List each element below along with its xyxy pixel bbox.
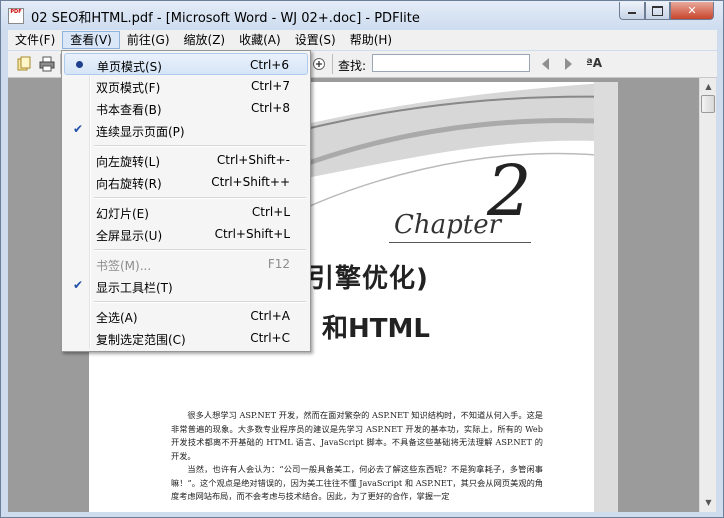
- vertical-scrollbar[interactable]: ▲ ▼: [699, 78, 716, 512]
- body-paragraph: 当然，也许有人会认为：“公司一般具备美工，何必去了解这些东西呢？不是狗拿耗子，多…: [171, 464, 543, 501]
- view-menu-dropdown: 单页模式(S) Ctrl+6 双页模式(F) Ctrl+7 书本查看(B) Ct…: [61, 50, 311, 352]
- menu-zoom[interactable]: 缩放(Z): [177, 31, 233, 49]
- chapter-rule: [389, 242, 531, 243]
- menu-help[interactable]: 帮助(H): [343, 31, 399, 49]
- menu-separator: [94, 301, 306, 303]
- window-title: 02 SEO和HTML.pdf - [Microsoft Word - WJ 0…: [31, 11, 420, 26]
- chapter-title-line1: 引擎优化): [308, 264, 429, 294]
- minimize-icon: [628, 12, 636, 14]
- page-edge-stripe: [594, 82, 618, 512]
- body-paragraph: 很多人想学习 ASP.NET 开发，然而在面对繁杂的 ASP.NET 知识结构时…: [171, 410, 543, 461]
- maximize-button[interactable]: [645, 2, 670, 20]
- menu-item-book-view[interactable]: 书本查看(B) Ctrl+8: [64, 97, 308, 119]
- menu-favorites[interactable]: 收藏(A): [232, 31, 288, 49]
- open-icon[interactable]: [16, 56, 32, 72]
- scroll-down-icon[interactable]: ▼: [701, 495, 716, 510]
- title-bar[interactable]: PDF 02 SEO和HTML.pdf - [Microsoft Word - …: [1, 1, 723, 30]
- maximize-icon: [652, 5, 663, 16]
- menu-separator: [94, 249, 306, 251]
- find-next-icon[interactable]: [565, 58, 572, 70]
- zoom-in-icon[interactable]: [311, 56, 327, 72]
- menu-item-bookmarks: 书签(M)... F12: [96, 257, 290, 273]
- menu-go[interactable]: 前往(G): [120, 31, 177, 49]
- menu-item-fullscreen[interactable]: 全屏显示(U) Ctrl+Shift+L: [64, 223, 308, 245]
- menu-settings[interactable]: 设置(S): [288, 31, 343, 49]
- chapter-word: Chapter: [394, 210, 502, 240]
- find-prev-icon[interactable]: [542, 58, 549, 70]
- menu-separator: [94, 145, 306, 147]
- minimize-button[interactable]: [619, 2, 645, 20]
- menu-item-continuous[interactable]: ✔ 连续显示页面(P): [64, 119, 308, 141]
- print-icon[interactable]: [39, 56, 55, 72]
- close-button[interactable]: ✕: [670, 2, 714, 20]
- menu-item-show-toolbar[interactable]: ✔ 显示工具栏(T): [64, 275, 308, 297]
- menu-file[interactable]: 文件(F): [8, 31, 62, 49]
- menu-item-select-all[interactable]: 全选(A) Ctrl+A: [64, 305, 308, 327]
- checkmark-icon: ✔: [72, 122, 84, 136]
- checkmark-icon: ✔: [72, 278, 84, 292]
- menu-item-single-page[interactable]: 单页模式(S) Ctrl+6: [64, 53, 308, 75]
- scroll-up-icon[interactable]: ▲: [701, 79, 716, 94]
- toolbar-separator: [332, 54, 333, 74]
- find-input[interactable]: [372, 54, 530, 72]
- radio-dot-icon: [71, 56, 87, 72]
- chapter-title-line2: 和HTML: [322, 314, 430, 344]
- pdf-app-icon: PDF: [8, 8, 24, 24]
- find-label: 查找:: [338, 59, 367, 73]
- menu-view[interactable]: 查看(V): [62, 31, 120, 49]
- close-icon: ✕: [687, 4, 697, 17]
- menu-item-two-page[interactable]: 双页模式(F) Ctrl+7: [64, 75, 308, 97]
- menu-item-rotate-right[interactable]: 向右旋转(R) Ctrl+Shift++: [64, 171, 308, 193]
- body-text: 很多人想学习 ASP.NET 开发，然而在面对繁杂的 ASP.NET 知识结构时…: [171, 409, 543, 504]
- menu-item-slideshow[interactable]: 幻灯片(E) Ctrl+L: [64, 201, 308, 223]
- scroll-thumb[interactable]: [701, 95, 715, 113]
- menu-bar: 文件(F) 查看(V) 前往(G) 缩放(Z) 收藏(A) 设置(S) 帮助(H…: [8, 30, 717, 50]
- font-size-icon[interactable]: ªA: [586, 56, 602, 70]
- menu-item-rotate-left[interactable]: 向左旋转(L) Ctrl+Shift+-: [64, 149, 308, 171]
- app-window: PDF 02 SEO和HTML.pdf - [Microsoft Word - …: [0, 0, 724, 518]
- menu-separator: [94, 197, 306, 199]
- menu-item-copy-selection[interactable]: 复制选定范围(C) Ctrl+C: [64, 327, 308, 349]
